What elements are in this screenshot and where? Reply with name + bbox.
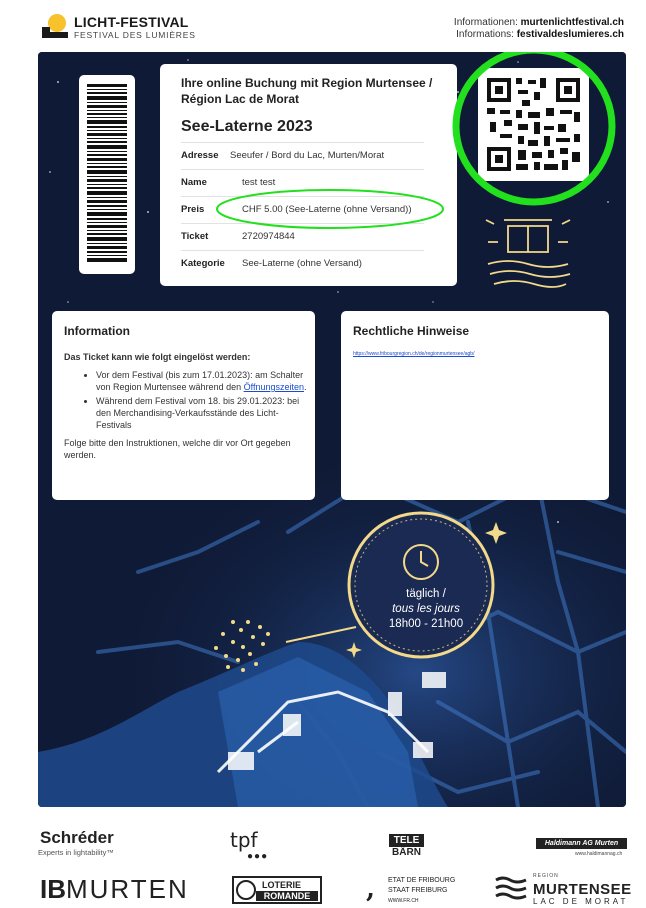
field-row-name: Name test test xyxy=(181,169,424,194)
field-row-price: Preis CHF 5.00 (See-Laterne (ohne Versan… xyxy=(181,196,424,221)
event-title: See-Laterne 2023 xyxy=(181,118,313,135)
redeem-intro: Das Ticket kann wie folgt eingelöst werd… xyxy=(64,352,251,362)
telebarn-line2: BÄRN xyxy=(392,847,421,858)
instructions-note: Folge bitte den Instruktionen, welche di… xyxy=(64,438,291,460)
field-label: Kategorie xyxy=(181,258,225,269)
field-value: Seeufer / Bord du Lac, Murten/Morat xyxy=(230,150,385,161)
ticket-details-card: Ihre online Buchung mit Region Murtensee… xyxy=(160,64,457,286)
list-item: Vor dem Festival (bis zum 17.01.2023): a… xyxy=(96,369,308,393)
qr-code-card xyxy=(478,68,589,181)
region-label: REGION xyxy=(533,873,559,879)
info-de-label: Informationen: xyxy=(453,17,518,28)
brand-subtitle: FESTIVAL DES LUMIÈRES xyxy=(74,30,196,40)
schedule-daily-de: täglich / xyxy=(406,588,446,600)
sponsor-tpf-logo: tpf xyxy=(230,828,258,852)
sponsor-schreder-tagline: Experts in lightability™ xyxy=(38,848,114,857)
sponsor-fribourg-logo: ETAT DE FRIBOURG STAAT FREIBURG WWW.FR.C… xyxy=(388,876,455,906)
loterie-circle-icon xyxy=(236,880,256,900)
field-row-address: Adresse Seeufer / Bord du Lac, Murten/Mo… xyxy=(181,142,424,167)
field-label: Adresse xyxy=(181,150,219,161)
ticket-poster: Ihre online Buchung mit Region Murtensee… xyxy=(38,52,626,807)
booking-heading: Ihre online Buchung mit Region Murtensee… xyxy=(181,76,433,106)
info-fr-link[interactable]: festivaldeslumieres.ch xyxy=(517,29,624,40)
field-row-category: Kategorie See-Laterne (ohne Versand) xyxy=(181,250,424,275)
field-value: See-Laterne (ohne Versand) xyxy=(242,258,362,269)
festival-logo-icon xyxy=(42,14,68,38)
loterie-line2: ROMANDE xyxy=(256,891,318,901)
legal-title: Rechtliche Hinweise xyxy=(353,324,470,338)
ib-light: MURTEN xyxy=(66,874,189,904)
schedule-daily-fr: tous les jours xyxy=(392,603,460,615)
haldimann-url: www.haldimannag.ch xyxy=(575,851,623,857)
info-de-link[interactable]: murtenlichtfestival.ch xyxy=(521,17,624,28)
lac-de-morat-label: LAC DE MORAT xyxy=(533,897,629,906)
murtensee-logo: MURTENSEE xyxy=(533,881,632,898)
information-title: Information xyxy=(64,324,130,338)
sponsor-loterie-romande-logo: LOTERIE ROMANDE xyxy=(232,876,322,904)
legal-card: Rechtliche Hinweise https://www.fribourg… xyxy=(341,311,609,500)
terms-link[interactable]: https://www.fribourgregion.ch/de/regionm… xyxy=(353,351,474,357)
list-item: Während dem Festival vom 18. bis 29.01.2… xyxy=(96,395,308,431)
schedule-hours: 18h00 - 21h00 xyxy=(388,618,464,630)
field-value: 2720974844 xyxy=(242,231,295,242)
field-label: Name xyxy=(181,177,207,188)
info-fr-label: Informations: xyxy=(456,29,514,40)
field-row-ticket: Ticket 2720974844 xyxy=(181,223,424,248)
fribourg-line1: ETAT DE FRIBOURG xyxy=(388,877,456,884)
fribourg-line3: WWW.FR.CH xyxy=(388,898,419,904)
bullet-text: Während dem Festival vom 18. bis 29.01.2… xyxy=(96,396,300,430)
sponsor-ib-murten-logo: IBMURTEN xyxy=(40,874,189,905)
fribourg-line2: STAAT FREIBURG xyxy=(388,887,448,894)
barcode-card xyxy=(79,75,135,274)
field-label: Ticket xyxy=(181,231,209,242)
field-value: CHF 5.00 (See-Laterne (ohne Versand)) xyxy=(242,204,412,215)
telebarn-line1: TELE xyxy=(393,835,420,846)
sponsor-telebarn-logo: TELE xyxy=(389,834,424,847)
info-line-de: Informationen: murtenlichtfestival.ch xyxy=(454,17,624,28)
field-label: Preis xyxy=(181,204,205,215)
information-body: Das Ticket kann wie folgt eingelöst werd… xyxy=(64,351,308,461)
opening-hours-link[interactable]: Öffnungszeiten xyxy=(244,382,304,392)
barcode-icon xyxy=(87,84,127,262)
murtensee-waves-icon xyxy=(495,876,527,900)
ib-bold: IB xyxy=(40,874,66,904)
sponsor-haldimann-logo: Haldimann AG Murten xyxy=(536,838,627,849)
loterie-line1: LOTERIE xyxy=(262,880,302,890)
information-card: Information Das Ticket kann wie folgt ei… xyxy=(52,311,315,500)
tpf-dots-icon: ●●● xyxy=(247,851,269,862)
fribourg-emblem-icon: , xyxy=(366,874,376,904)
info-line-fr: Informations: festivaldeslumieres.ch xyxy=(456,29,624,40)
redeem-list: Vor dem Festival (bis zum 17.01.2023): a… xyxy=(64,369,308,431)
sponsor-schreder-logo: Schréder xyxy=(40,828,114,847)
qr-code-icon xyxy=(487,78,580,171)
field-value: test test xyxy=(242,177,276,188)
brand-name: LICHT-FESTIVAL xyxy=(74,14,189,30)
